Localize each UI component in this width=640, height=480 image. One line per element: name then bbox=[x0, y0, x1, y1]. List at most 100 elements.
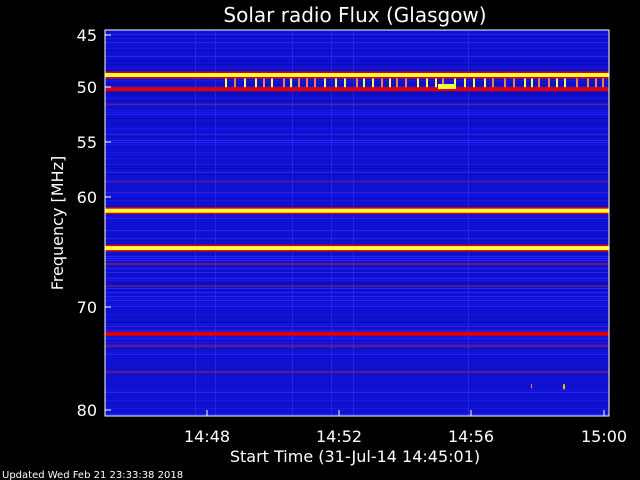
x-tick-label: 15:00 bbox=[581, 427, 627, 446]
y-tick-label: 50 bbox=[77, 78, 97, 97]
texture-row bbox=[105, 206, 609, 207]
burst-mark bbox=[531, 78, 533, 88]
texture-row bbox=[105, 236, 609, 237]
burst-mark bbox=[396, 78, 398, 88]
burst-mark bbox=[290, 78, 292, 88]
burst-mark bbox=[513, 78, 515, 88]
burst-mark bbox=[435, 78, 437, 88]
texture-row bbox=[105, 42, 609, 43]
footer-updated: Updated Wed Feb 21 23:33:38 2018 bbox=[2, 470, 183, 480]
texture-row bbox=[105, 112, 609, 113]
texture-row bbox=[105, 238, 609, 239]
solar-radio-spectrogram: Solar radio Flux (Glasgow) 455055607080 … bbox=[2, 3, 627, 480]
burst-mark bbox=[426, 78, 428, 88]
texture-row bbox=[105, 70, 609, 71]
burst-mark bbox=[587, 78, 589, 88]
burst-mark bbox=[255, 78, 257, 88]
burst-mark bbox=[556, 78, 558, 88]
texture-row bbox=[105, 172, 609, 173]
burst-mark bbox=[234, 78, 236, 88]
texture-row bbox=[105, 218, 609, 219]
bright-band bbox=[105, 246, 609, 251]
burst-mark bbox=[263, 78, 265, 88]
texture-row bbox=[105, 304, 609, 305]
burst-mark bbox=[389, 78, 391, 88]
texture-row bbox=[105, 268, 609, 269]
texture-row bbox=[105, 118, 609, 119]
texture-row bbox=[105, 142, 609, 143]
texture-row bbox=[105, 338, 609, 339]
texture-row bbox=[105, 288, 609, 289]
x-axis-label: Start Time (31-Jul-14 14:45:01) bbox=[230, 447, 480, 466]
texture-row bbox=[105, 278, 609, 279]
burst-mark bbox=[602, 78, 604, 88]
burst-mark bbox=[417, 78, 419, 88]
texture-row bbox=[105, 114, 609, 115]
chart-title: Solar radio Flux (Glasgow) bbox=[223, 3, 486, 27]
burst-patch bbox=[438, 84, 456, 89]
texture-row bbox=[105, 326, 609, 327]
burst-mark bbox=[576, 78, 578, 88]
texture-row bbox=[105, 196, 609, 197]
texture-row bbox=[105, 342, 609, 343]
burst-mark bbox=[314, 78, 316, 88]
texture-row bbox=[105, 400, 609, 401]
y-tick-label: 45 bbox=[77, 26, 97, 45]
texture-row bbox=[105, 158, 609, 159]
texture-row bbox=[105, 128, 609, 129]
burst-mark bbox=[538, 78, 540, 88]
burst-mark bbox=[225, 78, 227, 88]
texture-row bbox=[105, 124, 609, 125]
bright-band bbox=[105, 87, 609, 92]
texture-row bbox=[105, 152, 609, 153]
texture-row bbox=[105, 134, 609, 135]
texture-row bbox=[105, 292, 609, 293]
noise-band bbox=[105, 285, 609, 287]
burst-mark bbox=[381, 78, 383, 88]
burst-mark bbox=[484, 78, 486, 88]
texture-row bbox=[105, 216, 609, 217]
burst-mark bbox=[492, 78, 494, 88]
texture-row bbox=[105, 194, 609, 195]
texture-row bbox=[105, 168, 609, 169]
texture-row bbox=[105, 260, 609, 261]
texture-row bbox=[105, 240, 609, 241]
texture-row bbox=[105, 280, 609, 281]
texture-row bbox=[105, 344, 609, 345]
burst-mark bbox=[595, 78, 597, 88]
texture-row bbox=[105, 254, 609, 255]
texture-row bbox=[105, 140, 609, 141]
burst-mark bbox=[271, 78, 273, 88]
burst-mark bbox=[372, 78, 374, 88]
burst-mark bbox=[244, 78, 246, 88]
texture-row bbox=[105, 50, 609, 51]
burst-mark bbox=[335, 78, 337, 88]
burst-mark bbox=[464, 78, 466, 88]
texture-row bbox=[105, 106, 609, 107]
texture-row bbox=[105, 154, 609, 155]
y-axis-label: Frequency [MHz] bbox=[48, 156, 67, 290]
burst-mark bbox=[356, 78, 358, 88]
burst-mark bbox=[524, 78, 526, 88]
spot-mark bbox=[563, 384, 565, 390]
texture-row bbox=[105, 282, 609, 283]
burst-mark bbox=[306, 78, 308, 88]
burst-mark bbox=[548, 78, 550, 88]
texture-row bbox=[105, 298, 609, 299]
noise-band bbox=[105, 103, 609, 106]
burst-mark bbox=[344, 78, 346, 88]
x-tick-label: 14:56 bbox=[448, 427, 494, 446]
texture-row bbox=[105, 60, 609, 61]
texture-row bbox=[105, 164, 609, 165]
burst-mark bbox=[283, 78, 285, 88]
texture-row bbox=[105, 230, 609, 231]
texture-row bbox=[105, 414, 609, 415]
plot-area bbox=[104, 29, 610, 417]
texture-row bbox=[105, 256, 609, 257]
burst-mark bbox=[504, 78, 506, 88]
noise-band bbox=[105, 370, 609, 373]
texture-row bbox=[105, 198, 609, 199]
texture-row bbox=[105, 192, 609, 193]
texture-row bbox=[105, 290, 609, 291]
texture-row bbox=[105, 354, 609, 355]
